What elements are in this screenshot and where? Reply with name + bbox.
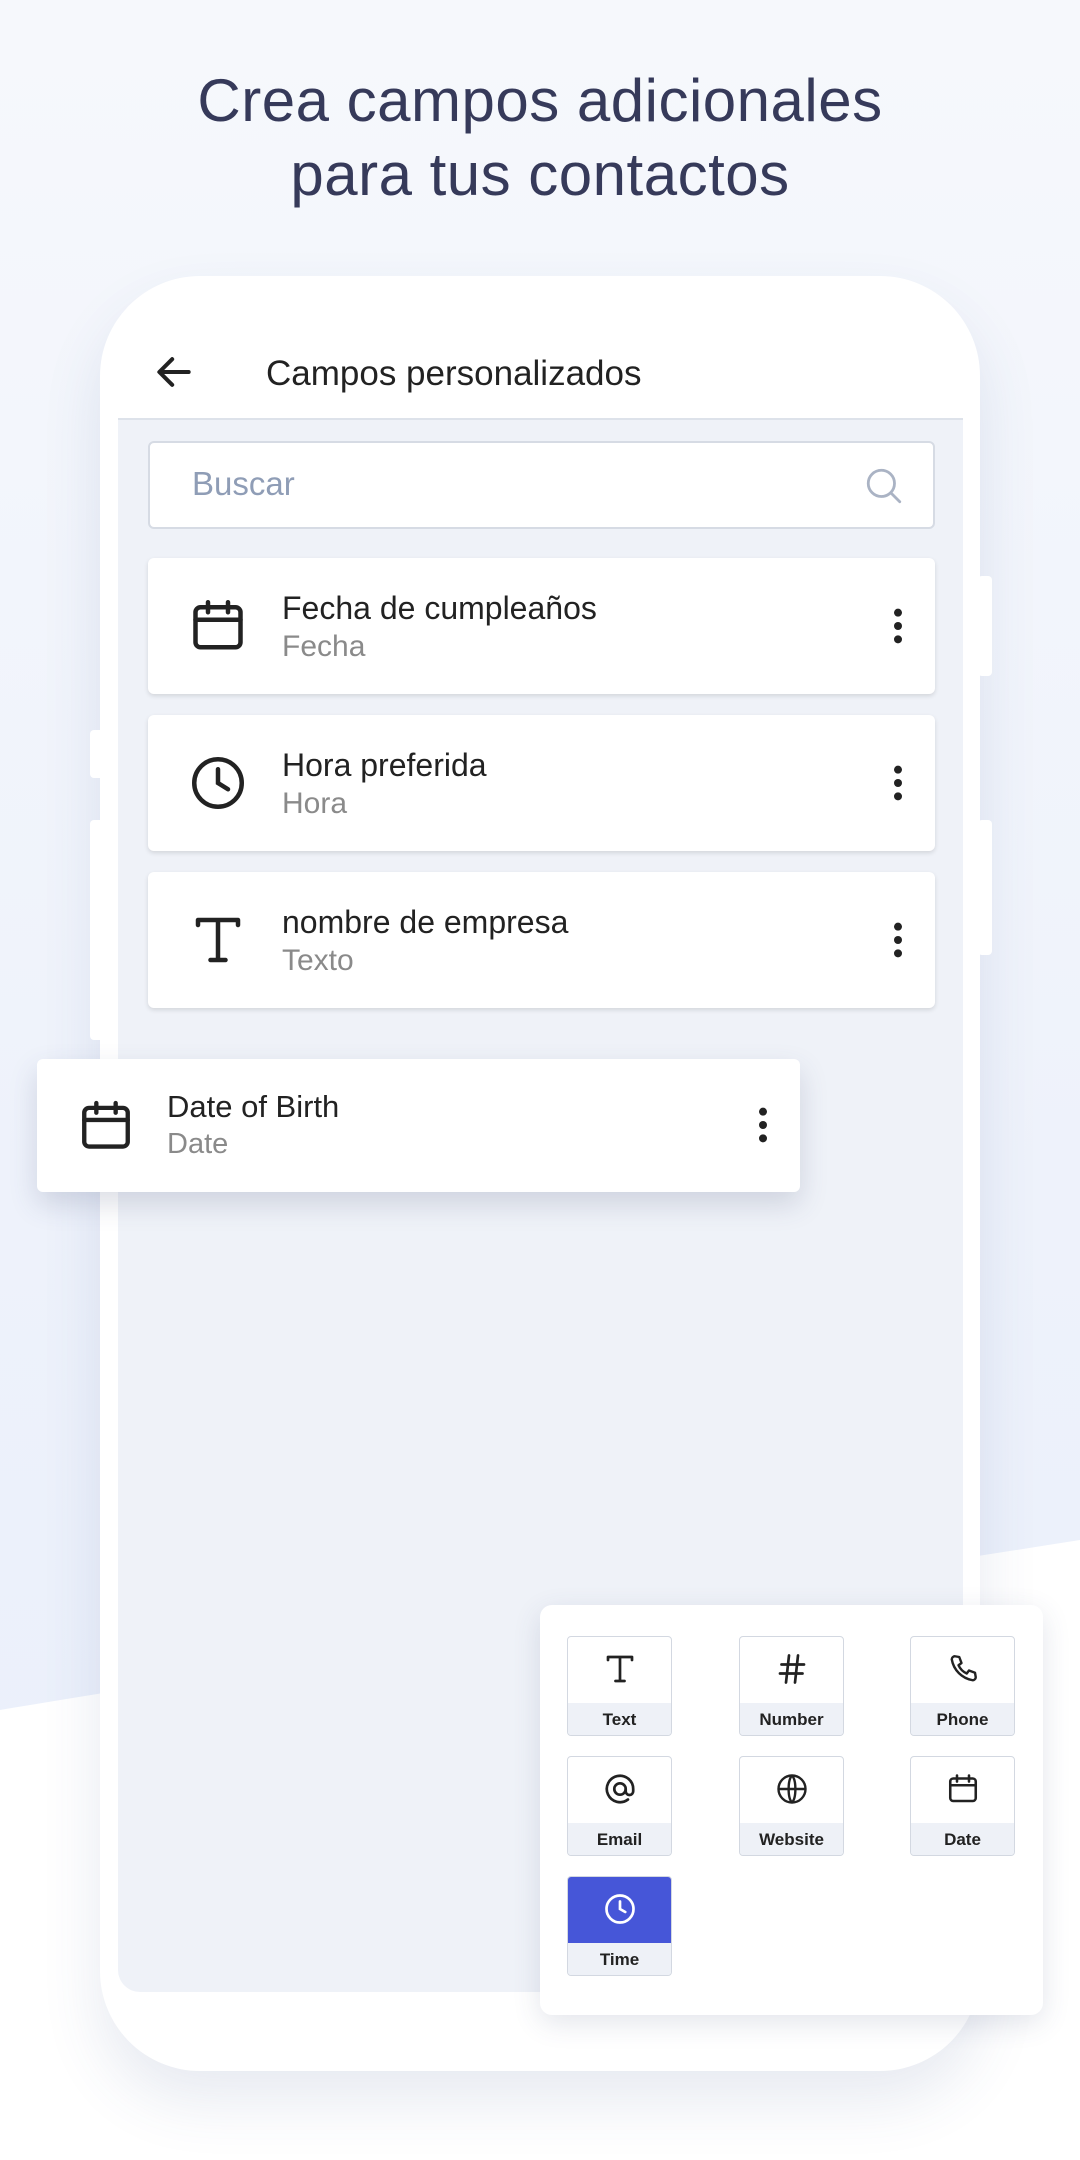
more-vert-icon[interactable] bbox=[891, 763, 905, 803]
page-title: Campos personalizados bbox=[266, 354, 642, 393]
type-option-date[interactable]: Date bbox=[910, 1756, 1015, 1856]
hash-icon bbox=[778, 1654, 806, 1684]
search-icon[interactable] bbox=[863, 465, 905, 507]
type-option-text[interactable]: Text bbox=[567, 1636, 672, 1736]
field-type-picker: Text Number Phone Email Website Date Tim… bbox=[540, 1605, 1043, 2015]
clock-icon bbox=[192, 757, 244, 809]
field-type: Date bbox=[167, 1128, 229, 1160]
field-type: Texto bbox=[282, 944, 354, 977]
headline: Crea campos adicionales para tus contact… bbox=[0, 64, 1080, 212]
dragged-field-card[interactable]: Date of Birth Date bbox=[37, 1059, 800, 1192]
field-card[interactable]: Hora preferida Hora bbox=[148, 715, 935, 851]
text-icon bbox=[195, 917, 241, 963]
type-option-label: Website bbox=[740, 1823, 843, 1855]
search-placeholder: Buscar bbox=[192, 465, 295, 502]
calendar-icon bbox=[193, 600, 243, 650]
at-icon bbox=[605, 1774, 635, 1804]
type-option-phone[interactable]: Phone bbox=[910, 1636, 1015, 1736]
type-option-label: Email bbox=[568, 1823, 671, 1855]
type-option-time[interactable]: Time bbox=[567, 1876, 672, 1976]
type-option-label: Time bbox=[568, 1943, 671, 1975]
phone-side-button bbox=[978, 820, 992, 955]
more-vert-icon[interactable] bbox=[891, 920, 905, 960]
field-card[interactable]: nombre de empresa Texto bbox=[148, 872, 935, 1008]
phone-side-button bbox=[90, 820, 104, 1040]
phone-side-button bbox=[978, 576, 992, 676]
field-name: Hora preferida bbox=[282, 747, 487, 783]
headline-line-2: para tus contactos bbox=[290, 141, 790, 208]
type-option-website[interactable]: Website bbox=[739, 1756, 844, 1856]
text-icon bbox=[606, 1655, 634, 1683]
type-option-label: Date bbox=[911, 1823, 1014, 1855]
more-vert-icon[interactable] bbox=[891, 606, 905, 646]
type-option-number[interactable]: Number bbox=[739, 1636, 844, 1736]
type-option-email[interactable]: Email bbox=[567, 1756, 672, 1856]
type-option-label: Phone bbox=[911, 1703, 1014, 1735]
type-option-label: Text bbox=[568, 1703, 671, 1735]
app-bar: Campos personalizados bbox=[118, 330, 963, 420]
field-name: nombre de empresa bbox=[282, 904, 569, 940]
field-type: Hora bbox=[282, 787, 348, 820]
phone-side-button bbox=[90, 730, 104, 778]
clock-icon bbox=[605, 1894, 635, 1924]
search-input[interactable]: Buscar bbox=[148, 441, 935, 529]
globe-icon bbox=[777, 1774, 807, 1804]
headline-line-1: Crea campos adicionales bbox=[197, 67, 883, 134]
field-card[interactable]: Fecha de cumpleaños Fecha bbox=[148, 558, 935, 694]
calendar-icon bbox=[82, 1100, 130, 1149]
field-name: Fecha de cumpleaños bbox=[282, 590, 597, 626]
more-vert-icon[interactable] bbox=[756, 1105, 770, 1145]
type-option-label: Number bbox=[740, 1703, 843, 1735]
calendar-icon bbox=[948, 1774, 978, 1803]
arrow-left-icon[interactable] bbox=[152, 350, 196, 394]
field-type: Fecha bbox=[282, 630, 366, 663]
field-name: Date of Birth bbox=[167, 1089, 340, 1124]
phone-icon bbox=[950, 1655, 977, 1682]
